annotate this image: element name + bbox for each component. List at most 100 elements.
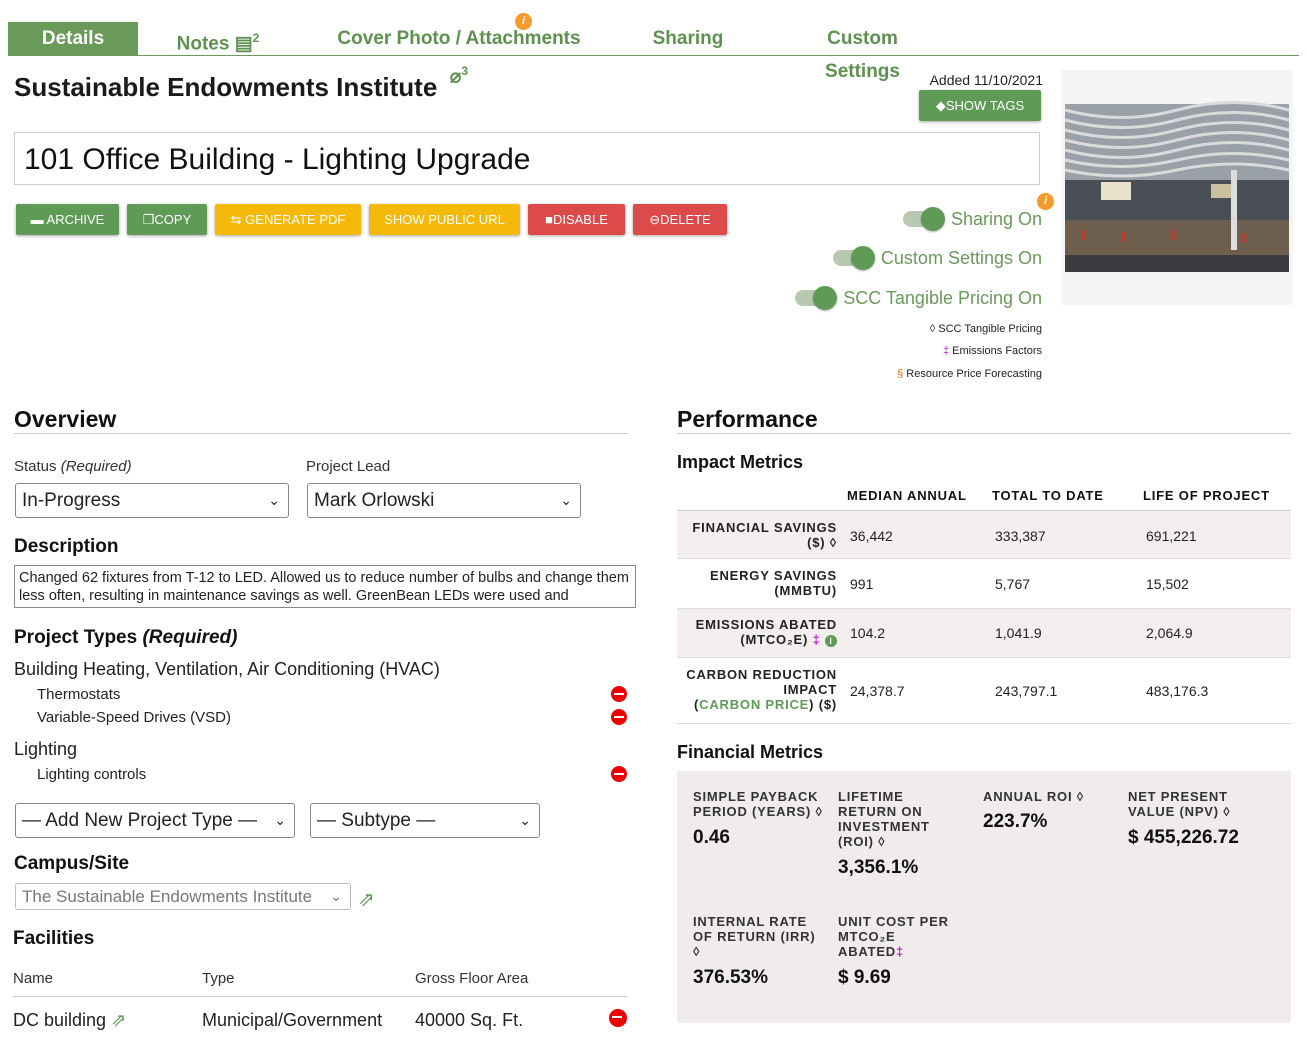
- disable-button[interactable]: ■DISABLE: [528, 204, 625, 235]
- metric-value: 3,356.1%: [838, 857, 919, 878]
- project-type-group: Building Heating, Ventilation, Air Condi…: [14, 659, 440, 679]
- label-line: FINANCIAL SAVINGS: [692, 520, 837, 535]
- show-public-url-button[interactable]: SHOW PUBLIC URL: [369, 204, 520, 235]
- divider: [14, 433, 628, 434]
- metric-label: ENERGY SAVINGS (MMBTU): [710, 568, 837, 598]
- tab-sharing[interactable]: Sharing: [648, 22, 728, 55]
- tab-bar: Details Notes ▤2 Cover Photo / Attachmen…: [8, 22, 1299, 87]
- button-label: SHOW TAGS: [945, 98, 1025, 113]
- column-header: TOTAL TO DATE: [992, 488, 1104, 503]
- info-icon[interactable]: i: [825, 635, 837, 647]
- label-line: (MMBTU): [774, 583, 837, 598]
- chevron-down-icon: ⌄: [560, 492, 572, 508]
- label-line: IMPACT: [783, 682, 837, 697]
- tab-custom-settings[interactable]: Custom Settings: [790, 22, 935, 82]
- cover-photo[interactable]: [1061, 70, 1293, 305]
- archive-icon: ▬: [30, 212, 47, 227]
- label-line: CARBON REDUCTION: [686, 667, 837, 682]
- add-project-type-select[interactable]: — Add New Project Type — ⌄: [15, 803, 295, 838]
- facility-col-name: Name: [13, 970, 54, 987]
- metric-value: 223.7%: [983, 811, 1048, 832]
- custom-settings-toggle[interactable]: Custom Settings On: [832, 246, 1042, 270]
- status-select[interactable]: In-Progress ⌄: [15, 483, 289, 518]
- tag-icon: ◆: [935, 98, 946, 113]
- metric-label: INTERNAL RATE OF RETURN (IRR) ◊: [693, 914, 816, 959]
- overview-heading: Overview: [14, 406, 117, 432]
- label-text: Status: [14, 458, 57, 475]
- remove-icon[interactable]: [611, 709, 627, 725]
- diamond-icon: ◊: [929, 323, 939, 335]
- legend-text: Emissions Factors: [952, 345, 1042, 357]
- carbon-price-link[interactable]: CARBON PRICE: [699, 697, 809, 712]
- info-icon[interactable]: i: [515, 13, 532, 30]
- campus-select[interactable]: The Sustainable Endowments Institute ⌄: [15, 883, 351, 910]
- impact-metrics-table: FINANCIAL SAVINGS ($) ◊ 36,442 333,387 69…: [677, 510, 1291, 724]
- table-row: ENERGY SAVINGS (MMBTU) 991 5,767 15,502: [677, 559, 1291, 609]
- scc-pricing-toggle[interactable]: SCC Tangible Pricing On: [795, 286, 1042, 310]
- median-annual-value: 36,442: [850, 528, 893, 544]
- legend-resource: § Resource Price Forecasting: [897, 368, 1042, 380]
- total-to-date-value: 5,767: [995, 576, 1031, 592]
- metric-label: EMISSIONS ABATED (MTCO₂E) ‡ i: [696, 617, 837, 647]
- added-date: Added 11/10/2021: [929, 72, 1043, 88]
- project-title-input[interactable]: 101 Office Building - Lighting Upgrade: [14, 132, 1040, 185]
- tab-label: Cover Photo / Attachments: [337, 28, 581, 49]
- external-link-icon[interactable]: ⇗: [111, 1010, 126, 1030]
- show-tags-button[interactable]: ◆SHOW TAGS: [919, 90, 1041, 121]
- notes-count: 2: [252, 31, 260, 45]
- document-icon: ▤: [234, 33, 253, 55]
- button-label: SHOW PUBLIC URL: [384, 212, 505, 227]
- double-dagger-icon: ‡: [896, 944, 905, 959]
- project-subtype: Lighting controls: [37, 766, 147, 783]
- tab-label: Details: [41, 28, 105, 49]
- minus-circle-icon: ⊖: [649, 212, 661, 227]
- project-subtype: Thermostats: [37, 686, 121, 703]
- generate-pdf-button[interactable]: ⇆ GENERATE PDF: [215, 204, 361, 235]
- toggle-switch[interactable]: [902, 207, 945, 231]
- metric-value: $ 9.69: [838, 967, 891, 988]
- tab-cover-photo[interactable]: Cover Photo / Attachments ⌀3: [328, 22, 590, 87]
- legend-emissions: ‡ Emissions Factors: [943, 345, 1042, 357]
- subtype-select[interactable]: — Subtype — ⌄: [310, 803, 540, 838]
- impact-metrics-heading: Impact Metrics: [677, 452, 804, 472]
- divider: [677, 433, 1291, 434]
- column-header: MEDIAN ANNUAL: [847, 488, 967, 503]
- tab-details[interactable]: Details: [8, 22, 138, 55]
- button-label: COPY: [154, 212, 192, 227]
- archive-button[interactable]: ▬ ARCHIVE: [16, 204, 119, 235]
- sharing-toggle[interactable]: Sharing On: [902, 207, 1042, 231]
- total-to-date-value: 333,387: [995, 528, 1046, 544]
- select-value: — Subtype —: [317, 810, 436, 831]
- remove-icon[interactable]: [611, 686, 627, 702]
- heading-text: Project Types: [14, 627, 138, 648]
- select-value: Mark Orlowski: [314, 490, 435, 511]
- info-icon[interactable]: i: [1037, 193, 1054, 210]
- project-type-group: Lighting: [14, 739, 78, 759]
- label-text: UNIT COST PER MTCO₂E ABATED: [838, 914, 949, 959]
- toggle-switch[interactable]: [795, 286, 838, 310]
- metric-label: UNIT COST PER MTCO₂E ABATED‡: [838, 914, 953, 959]
- financial-metrics-panel: SIMPLE PAYBACK PERIOD (YEARS) ◊ 0.46 LIF…: [677, 771, 1291, 1023]
- metric-label: CARBON REDUCTION IMPACT (CARBON PRICE) ($): [686, 667, 837, 712]
- copy-button[interactable]: ❐COPY: [127, 204, 207, 235]
- financial-metrics-heading: Financial Metrics: [677, 742, 824, 762]
- tab-notes[interactable]: Notes ▤2: [168, 22, 268, 55]
- description-textarea[interactable]: Changed 62 fixtures from T-12 to LED. Al…: [14, 565, 636, 608]
- chevron-down-icon: ⌄: [268, 492, 280, 508]
- performance-heading: Performance: [677, 406, 818, 432]
- section-icon: §: [897, 368, 907, 380]
- external-link-icon[interactable]: ⇗: [358, 887, 375, 912]
- metric-value: 376.53%: [693, 967, 769, 988]
- column-header: LIFE OF PROJECT: [1143, 488, 1270, 503]
- life-of-project-value: 2,064.9: [1146, 625, 1193, 641]
- delete-button[interactable]: ⊖DELETE: [633, 204, 727, 235]
- remove-icon[interactable]: [609, 1009, 627, 1027]
- remove-icon[interactable]: [611, 766, 627, 782]
- button-label: GENERATE PDF: [245, 212, 346, 227]
- facility-name-link[interactable]: DC building ⇗: [13, 1010, 126, 1031]
- project-lead-select[interactable]: Mark Orlowski ⌄: [307, 483, 581, 518]
- median-annual-value: 104.2: [850, 625, 886, 641]
- toggle-switch[interactable]: [832, 246, 875, 270]
- metric-value: 0.46: [693, 827, 730, 848]
- chevron-down-icon: ⌄: [274, 812, 286, 828]
